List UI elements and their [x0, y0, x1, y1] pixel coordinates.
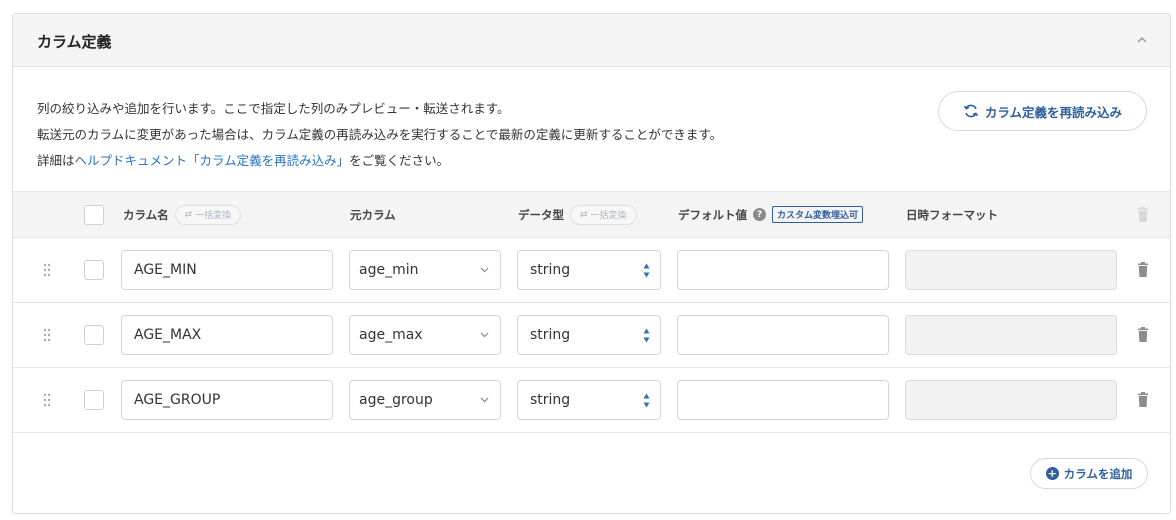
- source-column-value: age_min: [359, 262, 419, 278]
- select-all-checkbox[interactable]: [84, 205, 104, 225]
- default-value-input[interactable]: [677, 315, 889, 355]
- add-column-button[interactable]: + カラムを追加: [1030, 458, 1148, 489]
- add-column-label: カラムを追加: [1063, 466, 1133, 481]
- description-line-2: 転送元のカラムに変更があった場合は、カラム定義の再読み込みを実行することで最新の…: [37, 127, 723, 142]
- data-type-value: string: [530, 262, 571, 278]
- default-value-input[interactable]: [677, 250, 889, 290]
- panel-header[interactable]: カラム定義: [13, 14, 1170, 67]
- column-header-name: カラム名 ⇄ 一括変換: [123, 192, 242, 237]
- description-line-1: 列の絞り込みや追加を行います。ここで指定した列のみプレビュー・転送されます。: [37, 101, 510, 116]
- bulk-convert-type-button[interactable]: ⇄ 一括変換: [570, 204, 637, 225]
- swap-icon: ⇄: [580, 209, 588, 220]
- source-column-select[interactable]: age_group: [349, 380, 501, 420]
- bulk-convert-name-button[interactable]: ⇄ 一括変換: [174, 204, 242, 225]
- datetime-format-input: [905, 315, 1117, 355]
- column-header-source: 元カラム: [350, 192, 396, 237]
- swap-icon: ⇄: [184, 209, 193, 220]
- row-checkbox[interactable]: [84, 325, 104, 345]
- column-type-label: データ型: [518, 207, 564, 222]
- panel-title: カラム定義: [37, 33, 112, 51]
- default-value-input[interactable]: [677, 380, 889, 420]
- column-header-default: デフォルト値 ? カスタム変数埋込可: [678, 192, 864, 237]
- row-checkbox[interactable]: [84, 260, 104, 280]
- description-prefix: 詳細は: [37, 153, 75, 168]
- drag-handle-icon[interactable]: [43, 392, 51, 408]
- drag-handle-icon[interactable]: [43, 262, 51, 278]
- column-header-type: データ型 ⇄ 一括変換: [518, 192, 637, 237]
- select-arrows-icon: [643, 328, 650, 343]
- reload-column-definition-button[interactable]: カラム定義を再読み込み: [938, 91, 1147, 131]
- column-datetime-label: 日時フォーマット: [906, 207, 998, 222]
- source-column-value: age_group: [359, 392, 433, 408]
- datetime-format-input: [905, 380, 1117, 420]
- column-name-input[interactable]: AGE_MIN: [121, 250, 333, 290]
- column-default-label: デフォルト値: [678, 207, 747, 222]
- help-doc-link[interactable]: ヘルプドキュメント「カラム定義を再読み込み」: [75, 153, 350, 168]
- trash-icon[interactable]: [1137, 392, 1149, 407]
- description-line-3: 詳細はヘルプドキュメント「カラム定義を再読み込み」をご覧ください。: [37, 148, 722, 174]
- trash-icon[interactable]: [1137, 327, 1149, 342]
- data-type-select[interactable]: string: [517, 380, 661, 420]
- data-type-value: string: [530, 327, 571, 343]
- source-column-select[interactable]: age_max: [349, 315, 501, 355]
- column-header-datetime: 日時フォーマット: [906, 192, 998, 237]
- column-source-label: 元カラム: [350, 207, 396, 222]
- table-row: AGE_MAX age_max string: [13, 303, 1170, 368]
- chevron-down-icon: [480, 267, 489, 273]
- row-checkbox[interactable]: [84, 390, 104, 410]
- reload-button-label: カラム定義を再読み込み: [984, 104, 1123, 120]
- custom-variable-badge: カスタム変数埋込可: [772, 206, 864, 223]
- select-arrows-icon: [643, 393, 650, 408]
- column-definition-panel: カラム定義 列の絞り込みや追加を行います。ここで指定した列のみプレビュー・転送さ…: [12, 13, 1171, 514]
- drag-handle-icon[interactable]: [43, 327, 51, 343]
- column-name-label: カラム名: [123, 207, 169, 222]
- trash-icon[interactable]: [1137, 262, 1149, 277]
- plus-circle-icon: +: [1045, 467, 1059, 480]
- help-icon[interactable]: ?: [753, 208, 766, 221]
- bulk-convert-label: 一括変換: [195, 211, 232, 221]
- description-suffix: をご覧ください。: [349, 153, 450, 168]
- chevron-up-icon[interactable]: [1136, 34, 1148, 46]
- table-header: カラム名 ⇄ 一括変換 元カラム データ型 ⇄ 一括変換 デフォルト値 ? カス…: [13, 191, 1170, 238]
- table-row: AGE_GROUP age_group string: [13, 368, 1170, 433]
- source-column-select[interactable]: age_min: [349, 250, 501, 290]
- data-type-value: string: [530, 392, 571, 408]
- datetime-format-input: [905, 250, 1117, 290]
- select-arrows-icon: [643, 263, 650, 278]
- source-column-value: age_max: [359, 327, 423, 343]
- description: 列の絞り込みや追加を行います。ここで指定した列のみプレビュー・転送されます。 転…: [37, 96, 722, 174]
- refresh-icon: [963, 104, 979, 118]
- column-name-input[interactable]: AGE_MAX: [121, 315, 333, 355]
- data-type-select[interactable]: string: [517, 250, 661, 290]
- column-name-input[interactable]: AGE_GROUP: [121, 380, 333, 420]
- chevron-down-icon: [480, 332, 489, 338]
- table-row: AGE_MIN age_min string: [13, 238, 1170, 303]
- trash-icon: [1138, 207, 1148, 222]
- bulk-convert-label: 一括変換: [590, 211, 627, 221]
- data-type-select[interactable]: string: [517, 315, 661, 355]
- chevron-down-icon: [480, 397, 489, 403]
